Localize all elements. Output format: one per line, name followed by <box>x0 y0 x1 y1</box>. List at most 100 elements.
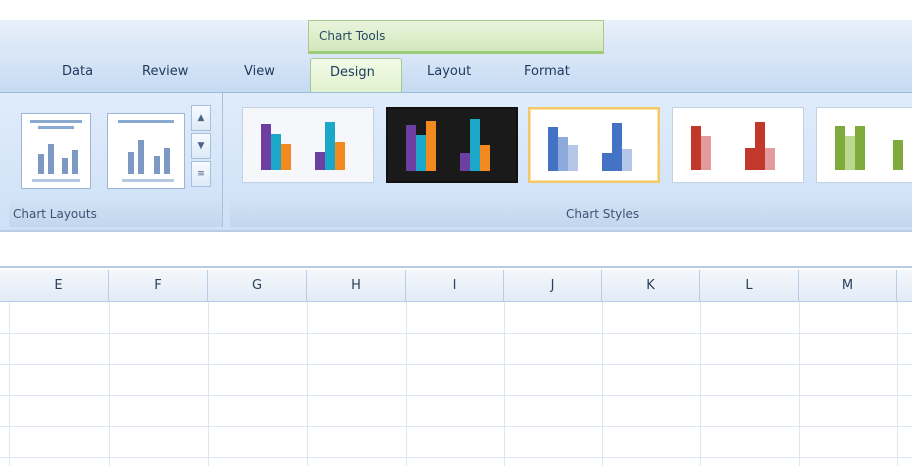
style-bar <box>835 126 845 170</box>
layout-bar <box>48 144 54 174</box>
tab-layout[interactable]: Layout <box>427 64 471 79</box>
chart-styles-label: Chart Styles <box>566 207 640 221</box>
style-bar <box>426 121 436 171</box>
style-bar <box>568 145 578 171</box>
style-bar <box>855 126 865 170</box>
chart-style-5[interactable] <box>816 107 912 183</box>
layout-bar <box>164 148 170 174</box>
grid-col-line <box>406 302 407 466</box>
gallery-more-icon[interactable]: ≡ <box>191 161 211 187</box>
layout-bar <box>72 150 78 174</box>
grid-row-line <box>0 364 912 365</box>
style-bar <box>893 140 903 170</box>
layout-title-mark <box>30 120 82 123</box>
style-bar <box>548 127 558 171</box>
layout-bar <box>62 158 68 174</box>
chart-style-5-preview <box>835 126 903 170</box>
style-bar <box>558 137 568 171</box>
tab-data[interactable]: Data <box>62 64 93 79</box>
column-header-l[interactable]: L <box>700 270 799 301</box>
excel-window: Chart Tools Data Review View Layout Form… <box>0 0 912 466</box>
layout-legend-mark <box>122 179 174 182</box>
grid-row-line <box>0 395 912 396</box>
column-header-j[interactable]: J <box>504 270 602 301</box>
layout-subtitle-mark <box>38 126 74 129</box>
style-bar <box>416 135 426 171</box>
grid-row-line <box>0 333 912 334</box>
style-bar <box>406 125 416 171</box>
column-header-i[interactable]: I <box>406 270 504 301</box>
layout-bar <box>138 140 144 174</box>
style-bar <box>765 148 775 170</box>
style-bar <box>691 126 701 170</box>
gallery-scroll-down-icon[interactable]: ▼ <box>191 133 211 159</box>
grid-col-line <box>307 302 308 466</box>
grid-col-line <box>700 302 701 466</box>
chart-style-1[interactable] <box>242 107 374 183</box>
chart-tools-tab-group: Chart Tools <box>308 20 604 54</box>
column-header-g[interactable]: G <box>208 270 307 301</box>
column-header-h[interactable]: H <box>307 270 406 301</box>
grid-col-line <box>504 302 505 466</box>
chart-style-4[interactable] <box>672 107 804 183</box>
chart-layout-1[interactable] <box>21 113 91 189</box>
layout-title-mark <box>118 120 174 123</box>
style-bar <box>622 149 632 171</box>
grid-col-line <box>897 302 898 466</box>
tab-design[interactable]: Design <box>310 58 402 94</box>
tab-review[interactable]: Review <box>142 64 188 79</box>
style-bar <box>602 153 612 171</box>
worksheet-grid[interactable] <box>0 302 912 466</box>
style-bar <box>612 123 622 171</box>
style-bar <box>701 136 711 170</box>
chart-style-2[interactable] <box>386 107 518 183</box>
chart-style-3[interactable] <box>528 107 660 183</box>
column-header-m[interactable]: M <box>799 270 897 301</box>
column-headers: E F G H I J K L M <box>0 270 912 302</box>
chart-layouts-group: ▲ ▼ ≡ Chart Layouts <box>9 93 223 227</box>
gallery-scroll-up-icon[interactable]: ▲ <box>191 105 211 131</box>
layout-bar <box>154 156 160 174</box>
grid-col-line <box>109 302 110 466</box>
grid-row-line <box>0 457 912 458</box>
style-bar <box>271 134 281 170</box>
style-bar <box>261 124 271 170</box>
chart-layouts-label: Chart Layouts <box>13 207 97 221</box>
chart-style-1-preview <box>261 122 345 170</box>
style-bar <box>335 142 345 170</box>
style-bar <box>755 122 765 170</box>
style-bar <box>325 122 335 170</box>
style-bar <box>845 136 855 170</box>
ribbon-tab-row: Data Review View Layout Format <box>0 54 912 92</box>
style-bar <box>480 145 490 171</box>
chart-styles-group: Chart Styles <box>230 93 912 227</box>
chart-style-3-preview <box>548 123 632 171</box>
column-header-k[interactable]: K <box>602 270 700 301</box>
tab-format[interactable]: Format <box>524 64 570 79</box>
chart-styles-label-bar: Chart Styles <box>230 201 912 227</box>
style-bar <box>745 148 755 170</box>
style-bar <box>460 153 470 171</box>
chart-layout-2[interactable] <box>107 113 185 189</box>
grid-col-line <box>799 302 800 466</box>
grid-col-line <box>208 302 209 466</box>
chart-style-4-preview <box>691 122 775 170</box>
column-header-f[interactable]: F <box>109 270 208 301</box>
style-bar <box>315 152 325 170</box>
grid-col-line <box>9 302 10 466</box>
grid-row-line <box>0 426 912 427</box>
chart-style-2-preview <box>406 119 490 171</box>
layouts-gallery-scroll: ▲ ▼ ≡ <box>191 105 211 189</box>
column-header-e[interactable]: E <box>9 270 109 301</box>
tab-design-label: Design <box>330 65 375 80</box>
ribbon: ▲ ▼ ≡ Chart Layouts Chart Styles <box>0 92 912 230</box>
tab-view[interactable]: View <box>244 64 275 79</box>
style-bar <box>281 144 291 170</box>
chart-tools-label: Chart Tools <box>319 29 386 43</box>
style-bar <box>470 119 480 171</box>
layout-bar <box>38 154 44 174</box>
layout-bar <box>128 152 134 174</box>
title-strip <box>0 0 912 20</box>
formula-bar[interactable] <box>0 230 912 268</box>
grid-col-line <box>602 302 603 466</box>
